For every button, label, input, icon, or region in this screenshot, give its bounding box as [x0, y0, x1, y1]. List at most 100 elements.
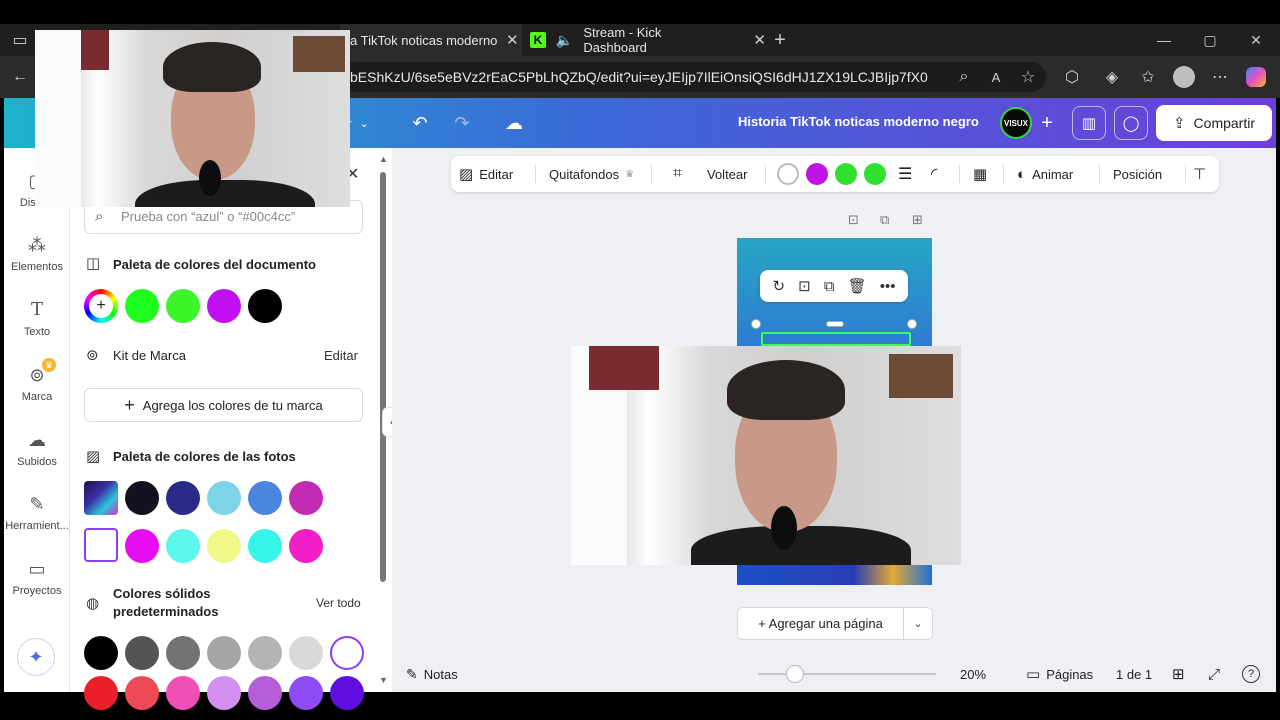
edit-image-button[interactable]: ▨ Editar — [459, 156, 513, 192]
favorites-icon[interactable]: ✩ — [1134, 63, 1162, 91]
color-green-swatch[interactable] — [835, 163, 857, 185]
photo-color-swatch[interactable] — [289, 481, 323, 515]
color-green-swatch-2[interactable] — [864, 163, 886, 185]
cloud-saved-icon[interactable]: ☁ — [500, 110, 528, 136]
crop-button[interactable]: ⌗ — [673, 156, 682, 192]
tab-canva[interactable]: a TikTok noticas moderno n ✕ — [340, 24, 522, 56]
more-options-icon[interactable]: ••• — [880, 278, 896, 295]
photo-color-swatch[interactable] — [207, 529, 241, 563]
undo-button[interactable]: ↶ — [406, 110, 434, 136]
solid-color-swatch[interactable] — [166, 676, 200, 710]
extensions-icon[interactable]: ⬡ — [1058, 63, 1086, 91]
nav-tools[interactable]: ✎ Herramient... — [4, 493, 70, 532]
photo-color-swatch-selected[interactable] — [84, 528, 118, 562]
back-icon[interactable]: ← — [6, 63, 34, 91]
add-page-icon[interactable]: ⊞ — [912, 212, 923, 228]
nav-projects[interactable]: ▭ Proyectos — [4, 558, 70, 597]
photo-color-swatch[interactable] — [248, 481, 282, 515]
tab-kick[interactable]: K 🔈 Stream - Kick Dashboard ✕ — [526, 24, 766, 56]
insights-icon[interactable]: ▥ — [1072, 106, 1106, 140]
trash-icon[interactable]: 🗑 — [848, 277, 867, 295]
speaker-icon[interactable]: 🔈 — [556, 32, 573, 49]
brand-kit-edit-link[interactable]: Editar — [324, 348, 358, 363]
add-page-button[interactable]: + Agregar una página — [738, 608, 904, 639]
help-icon[interactable]: ? — [1242, 656, 1260, 692]
lock-icon[interactable]: ⊡ — [848, 212, 859, 228]
fullscreen-icon[interactable]: ⤢ — [1208, 656, 1220, 692]
see-all-link[interactable]: Ver todo — [316, 596, 361, 610]
bg-remover-button[interactable]: Quitafondos ♛ — [549, 156, 634, 192]
tab-actions-icon[interactable]: ▭ — [6, 26, 34, 54]
zoom-value[interactable]: 20% — [960, 656, 986, 692]
browser-essentials-icon[interactable]: ◈ — [1098, 63, 1126, 91]
photo-color-swatch[interactable] — [125, 481, 159, 515]
scroll-down-icon[interactable]: ▼ — [379, 675, 388, 685]
color-purple-swatch[interactable] — [806, 163, 828, 185]
solid-color-swatch[interactable] — [84, 636, 118, 670]
close-window-button[interactable]: ✕ — [1236, 24, 1276, 56]
nav-brand[interactable]: ⊚ Marca ♛ — [4, 358, 70, 403]
photo-color-swatch[interactable] — [289, 529, 323, 563]
close-icon[interactable]: ✕ — [753, 31, 766, 49]
notes-button[interactable]: ✎ Notas — [406, 656, 458, 692]
photo-color-swatch[interactable] — [166, 529, 200, 563]
transparency-button[interactable]: ▦ — [973, 156, 987, 192]
photo-color-swatch[interactable] — [207, 481, 241, 515]
doc-color-swatch[interactable] — [248, 289, 282, 323]
url-input[interactable]: bEShKzU/6se5eBVz2rEaC5PbLhQZbQ/edit?ui=e… — [340, 62, 1046, 92]
copilot-icon[interactable] — [1242, 63, 1270, 91]
add-brand-colors-button[interactable]: + Agrega los colores de tu marca — [84, 388, 363, 422]
duplicate-icon[interactable]: ⧉ — [824, 278, 835, 295]
doc-color-swatch[interactable] — [207, 289, 241, 323]
minimize-button[interactable]: — — [1144, 24, 1184, 56]
doc-color-swatch[interactable] — [125, 289, 159, 323]
read-aloud-icon[interactable]: A — [982, 63, 1010, 91]
add-color-button[interactable]: + — [84, 289, 118, 323]
more-icon[interactable]: ⋯ — [1206, 63, 1234, 91]
magic-sparkle-button[interactable]: ✦ — [17, 638, 55, 676]
nav-text[interactable]: T Texto — [4, 299, 70, 338]
resize-handle[interactable] — [751, 319, 761, 329]
flip-button[interactable]: Voltear — [707, 156, 747, 192]
position-button[interactable]: Posición — [1113, 156, 1162, 192]
lock-icon[interactable]: ⊡ — [798, 277, 811, 295]
redo-button[interactable]: ↷ — [448, 110, 476, 136]
document-title[interactable]: Historia TikTok noticas moderno negro — [738, 114, 979, 129]
photo-color-swatch[interactable] — [248, 529, 282, 563]
comment-icon[interactable]: ◯ — [1114, 106, 1148, 140]
photo-thumbnail[interactable] — [84, 481, 118, 515]
panel-scrollbar[interactable] — [380, 172, 386, 582]
solid-color-swatch[interactable] — [84, 676, 118, 710]
solid-color-swatch[interactable] — [207, 676, 241, 710]
doc-color-swatch[interactable] — [166, 289, 200, 323]
resize-handle[interactable] — [907, 319, 917, 329]
animate-button[interactable]: ◐ Animar — [1017, 156, 1073, 192]
zoom-slider-track[interactable] — [758, 673, 936, 675]
new-tab-button[interactable]: + — [766, 26, 794, 54]
solid-color-swatch[interactable] — [125, 636, 159, 670]
solid-color-swatch[interactable] — [166, 636, 200, 670]
zoom-slider-handle[interactable] — [786, 665, 804, 683]
resize-handle-top[interactable] — [826, 321, 844, 327]
close-icon[interactable]: ✕ — [506, 31, 519, 49]
solid-color-swatch[interactable] — [330, 676, 364, 710]
add-collaborator-button[interactable]: + — [1034, 110, 1060, 136]
solid-color-swatch[interactable] — [248, 636, 282, 670]
solid-color-swatch[interactable] — [289, 636, 323, 670]
solid-color-swatch[interactable] — [248, 676, 282, 710]
corner-rounding-button[interactable]: ◜ — [931, 156, 937, 192]
grid-view-icon[interactable]: ⊞ — [1172, 656, 1185, 692]
share-button[interactable]: ⇪ Compartir — [1156, 105, 1272, 141]
avatar[interactable]: VISUX — [1000, 107, 1032, 139]
duplicate-page-icon[interactable]: ⧉ — [880, 212, 889, 228]
copy-style-button[interactable]: ⊤ — [1193, 156, 1206, 192]
nav-elements[interactable]: ⁂ Elementos — [4, 234, 70, 273]
solid-color-swatch[interactable] — [125, 676, 159, 710]
zoom-icon[interactable]: ⌕ — [950, 63, 978, 91]
profile-icon[interactable] — [1170, 63, 1198, 91]
photo-color-swatch[interactable] — [125, 529, 159, 563]
border-style-button[interactable]: ☰ — [898, 156, 912, 192]
solid-color-swatch[interactable] — [289, 676, 323, 710]
solid-color-swatch-white[interactable] — [330, 636, 364, 670]
pages-button[interactable]: ▭ Páginas — [1026, 656, 1093, 692]
